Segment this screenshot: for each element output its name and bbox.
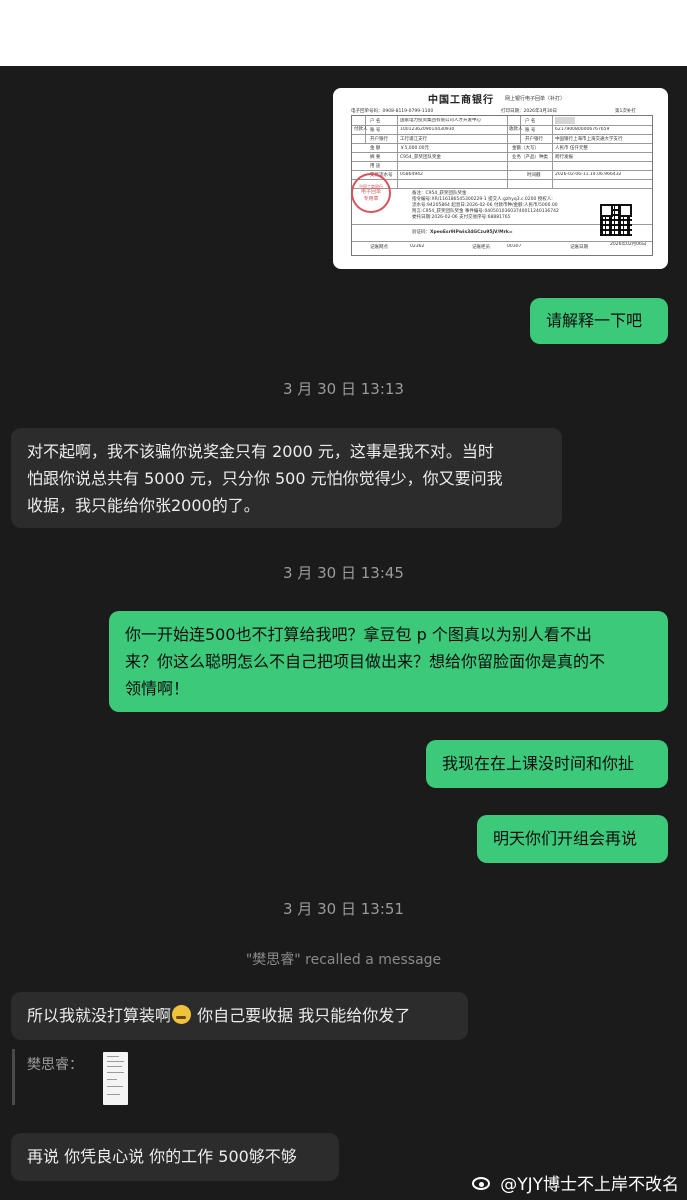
note-line: 委托日期:2026-02-06 支付交易序号:68881765 xyxy=(412,215,511,220)
weibo-logo-icon xyxy=(472,1174,494,1192)
weibo-watermark: @YJY博士不上岸不改名 xyxy=(472,1170,679,1195)
payer-bank-label: 开户银行 xyxy=(370,137,388,142)
footer-branch-label: 记账网点 xyxy=(370,245,388,250)
watermark-text: @YJY博士不上岸不改名 xyxy=(500,1175,679,1195)
receipt-no-label: 电子回单号码： xyxy=(351,109,383,114)
message-timestamp: 3 月 30 日 13:13 xyxy=(283,380,404,398)
amount-upper: 人民币 伍仟元整 xyxy=(555,146,588,151)
message-bubble-outgoing[interactable]: 你一开始连500也不打算给我吧？拿豆包 p 个图真以为别人看不出 来？你这么聪明… xyxy=(109,611,668,712)
message-bubble-outgoing[interactable]: 我现在在上课没时间和你扯 xyxy=(426,740,668,788)
footer-date-label: 记账日期 xyxy=(570,245,588,250)
time: 2026-02-06-11.14.06.966432 xyxy=(555,172,622,177)
sweat-smile-emoji-icon xyxy=(172,1005,192,1024)
message-text: 明天你们开组会再说 xyxy=(493,829,638,848)
message-text: 对不起啊，我不该骗你说奖金只有 2000 元，这事是我不对。当时 怕跟你说总共有… xyxy=(27,442,503,515)
message-bubble-outgoing[interactable]: 请解释一下吧 xyxy=(530,298,668,344)
verify-label: 验证码： xyxy=(412,230,430,235)
time-label: 时间戳 xyxy=(527,173,541,178)
payee-account: 6217900800006767659 xyxy=(555,127,610,132)
payer-bank: 工行浦江支行 xyxy=(400,137,427,142)
footer-teller: 00307 xyxy=(507,244,522,249)
business: 跨行发报 xyxy=(555,155,573,160)
quoted-image-thumbnail[interactable] xyxy=(103,1052,128,1105)
serial: 05864942 xyxy=(400,172,423,177)
message-timestamp: 3 月 30 日 13:45 xyxy=(283,564,404,582)
receipt-no: 0908-8119-0799-1100 xyxy=(382,109,434,114)
bank-seal-stamp: 中国工商银行 电子回单 专用章 xyxy=(351,173,391,213)
footer-date: 2026年02月06日 xyxy=(610,242,647,247)
payer-account: 1001236209014430930 xyxy=(400,127,455,132)
top-bar xyxy=(0,0,687,66)
message-bubble-incoming[interactable]: 对不起啊，我不该骗你说奖金只有 2000 元，这事是我不对。当时 怕跟你说总共有… xyxy=(11,428,562,528)
payee-account-label: 账 号 xyxy=(525,128,536,133)
seal-text: 专用章 xyxy=(363,195,379,202)
summary: C954_获奖团队奖金 xyxy=(400,155,441,160)
message-text: 你自己要收据 我只能给你发了 xyxy=(192,1006,411,1025)
message-bubble-incoming[interactable]: 再说 你凭良心说 你的工作 500够不够 xyxy=(11,1133,339,1181)
message-text: 我现在在上课没时间和你扯 xyxy=(442,754,635,773)
payer-name: 国家电力投资集团有限公司人才开发中心 xyxy=(400,118,481,123)
payer-account-label: 账 号 xyxy=(370,128,381,133)
amount-upper-label: 金额（大写） xyxy=(512,146,539,151)
quote-bar xyxy=(12,1049,15,1105)
business-label: 业务（产品）种类 xyxy=(512,155,548,160)
footer-branch: 02362 xyxy=(410,244,425,249)
footer-teller-label: 记账柜员 xyxy=(472,245,490,250)
quote-sender: 樊思睿： xyxy=(27,1057,83,1073)
message-text: 所以我就没打算装啊 xyxy=(27,1006,172,1025)
payee-bank: 中国银行上海市上海交通大学支行 xyxy=(555,137,623,142)
receipt-bank-title: 中国工商银行 xyxy=(428,95,494,106)
summary-label: 摘 要 xyxy=(370,155,381,160)
print-date-label: 打印日期： xyxy=(501,109,524,114)
message-timestamp: 3 月 30 日 13:51 xyxy=(283,900,404,918)
payee-bank-label: 开户银行 xyxy=(525,137,543,142)
amount-label: 金 额 xyxy=(370,146,381,151)
message-bubble-outgoing[interactable]: 明天你们开组会再说 xyxy=(477,815,668,863)
qr-code-icon xyxy=(600,204,632,236)
payer-label: 付款人 xyxy=(354,127,368,132)
payee-name-label: 户 名 xyxy=(525,119,536,124)
payee-name-redacted xyxy=(555,117,575,124)
payee-label: 收款人 xyxy=(509,127,523,132)
print-count: 第1次补打 xyxy=(615,109,636,114)
receipt-subtitle: 网上银行电子回单（补打） xyxy=(505,96,566,102)
bank-receipt-image[interactable]: 中国工商银行 网上银行电子回单（补打） 电子回单号码：0908-8119-079… xyxy=(333,88,668,269)
print-date: 2026年3月30日 xyxy=(523,109,558,114)
message-text: 请解释一下吧 xyxy=(546,311,643,330)
recall-notice: "樊思睿" recalled a message xyxy=(245,952,442,968)
purpose-label: 用 途 xyxy=(370,164,381,169)
message-bubble-incoming[interactable]: 所以我就没打算装啊 你自己要收据 我只能给你发了 xyxy=(11,992,468,1040)
payer-name-label: 户 名 xyxy=(370,119,381,124)
message-text: 你一开始连500也不打算给我吧？拿豆包 p 个图真以为别人看不出 来？你这么聪明… xyxy=(125,625,606,698)
verify-code: XpeoEsr9lPwis34GCzu95jV/Mrk= xyxy=(430,230,513,235)
message-text: 再说 你凭良心说 你的工作 500够不够 xyxy=(27,1147,297,1166)
amount: ￥5,000.00元 xyxy=(400,146,430,151)
